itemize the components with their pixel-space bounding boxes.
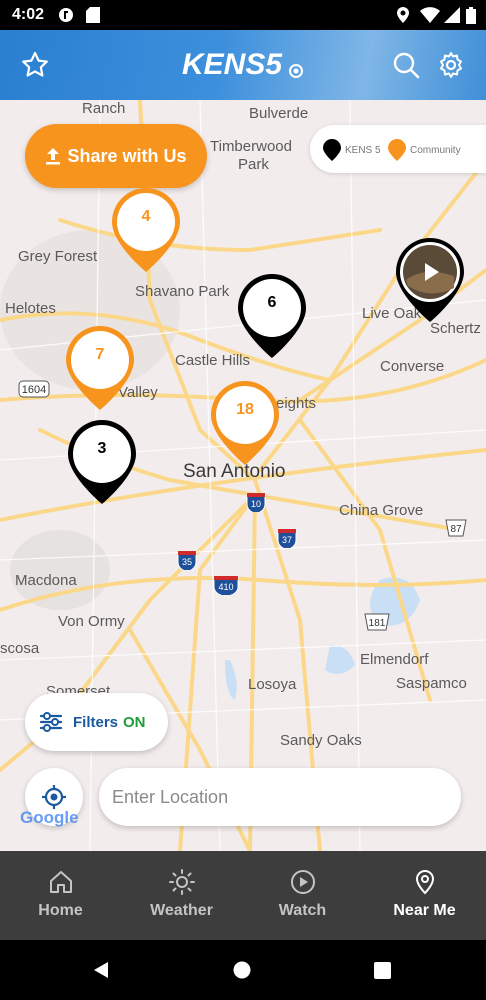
highway-shield-1604: 1604 [18, 380, 50, 398]
place-label: Park [238, 156, 269, 173]
filters-button[interactable]: Filters ON [25, 693, 168, 751]
app-header: KENS5 [0, 30, 486, 100]
svg-text:37: 37 [282, 535, 292, 545]
place-label: Von Ormy [58, 613, 125, 630]
location-status-icon [397, 7, 409, 23]
svg-text:10: 10 [251, 499, 261, 509]
location-pin-icon [415, 869, 435, 895]
star-icon[interactable] [20, 50, 50, 80]
svg-text:410: 410 [218, 582, 233, 592]
tab-watch[interactable]: Watch [242, 851, 363, 940]
marker-count: 6 [267, 294, 277, 311]
place-label: Helotes [5, 300, 56, 317]
place-label: eights [276, 395, 317, 412]
signal-icon [444, 7, 460, 23]
place-label: Grey Forest [18, 248, 98, 265]
app-notification-icon [59, 8, 73, 22]
place-label: Bulverde [249, 105, 309, 122]
back-icon[interactable] [92, 961, 110, 979]
black-pin-icon [323, 139, 341, 161]
status-time: 4:02 [12, 6, 45, 23]
community-marker[interactable]: 4 [110, 186, 182, 274]
marker-count: 18 [236, 401, 254, 418]
highway-shield-181: 181 [364, 613, 390, 631]
map-view[interactable]: Ranch Bulverde Timberwood Park Grey Fore… [0, 100, 486, 851]
sun-icon [169, 869, 195, 895]
search-icon[interactable] [391, 50, 421, 80]
community-marker[interactable]: 18 [209, 379, 281, 467]
tab-near-me[interactable]: Near Me [364, 851, 485, 940]
highway-shield-10: 10 [246, 493, 266, 512]
tab-label: Near Me [393, 902, 456, 919]
place-label: scosa [0, 640, 40, 657]
place-label: Ranch [82, 100, 126, 117]
filters-state: ON [123, 713, 146, 731]
kens5-marker[interactable]: 6 [236, 272, 308, 360]
tab-weather[interactable]: Weather [121, 851, 242, 940]
play-circle-icon [291, 870, 315, 894]
place-label: Macdona [15, 572, 77, 589]
highway-shield-37: 37 [277, 529, 297, 548]
battery-icon [466, 7, 476, 24]
share-with-us-label: Share with Us [67, 145, 187, 166]
svg-text:181: 181 [369, 618, 386, 629]
home-icon [50, 871, 72, 893]
place-label: Sandy Oaks [280, 732, 362, 749]
status-bar: 4:02 [0, 0, 486, 30]
crosshair-icon [42, 785, 66, 809]
place-label: China Grove [339, 502, 424, 519]
sd-card-icon [86, 7, 100, 23]
sliders-icon [39, 712, 63, 732]
legend-community: Community [388, 139, 461, 161]
video-marker[interactable] [394, 236, 466, 324]
highway-shield-410: 410 [213, 576, 239, 595]
place-label: Shavano Park [135, 283, 230, 300]
place-label: Timberwood [210, 138, 292, 155]
tab-home[interactable]: Home [0, 851, 121, 940]
tab-label: Watch [278, 902, 327, 919]
gear-icon[interactable] [436, 50, 466, 80]
wifi-icon [420, 7, 440, 23]
highway-shield-35: 35 [177, 551, 197, 570]
svg-text:35: 35 [182, 557, 192, 567]
bottom-tab-bar: Home Weather Watch Near Me [0, 851, 486, 940]
place-label: Losoya [248, 676, 297, 693]
community-marker[interactable]: 7 [64, 324, 136, 412]
marker-count: 7 [95, 346, 105, 363]
place-label: Elmendorf [360, 651, 429, 668]
marker-count: 3 [97, 440, 107, 457]
orange-pin-icon [388, 139, 406, 161]
svg-text:87: 87 [450, 524, 462, 535]
legend-kens5: KENS 5 [323, 139, 381, 161]
marker-count: 4 [141, 208, 151, 225]
highway-shield-87: 87 [445, 519, 467, 537]
home-circle-icon[interactable] [233, 961, 251, 979]
share-with-us-button[interactable]: Share with Us [25, 124, 207, 188]
system-nav-bar [0, 940, 486, 1000]
kens5-marker[interactable]: 3 [66, 418, 138, 506]
kens5-logo: KENS5 [182, 48, 303, 81]
map-legend: KENS 5 Community [310, 125, 486, 173]
tab-label: Weather [150, 902, 213, 919]
google-attribution: Google [20, 808, 79, 827]
place-label: Converse [380, 358, 445, 375]
tab-label: Home [38, 902, 83, 919]
place-label: Saspamco [396, 675, 467, 692]
upload-icon [46, 148, 61, 165]
svg-text:KENS5: KENS5 [182, 48, 283, 81]
recents-square-icon[interactable] [374, 962, 391, 979]
svg-text:1604: 1604 [22, 384, 46, 396]
filters-label: Filters [73, 713, 119, 731]
location-search-input[interactable] [99, 768, 461, 826]
